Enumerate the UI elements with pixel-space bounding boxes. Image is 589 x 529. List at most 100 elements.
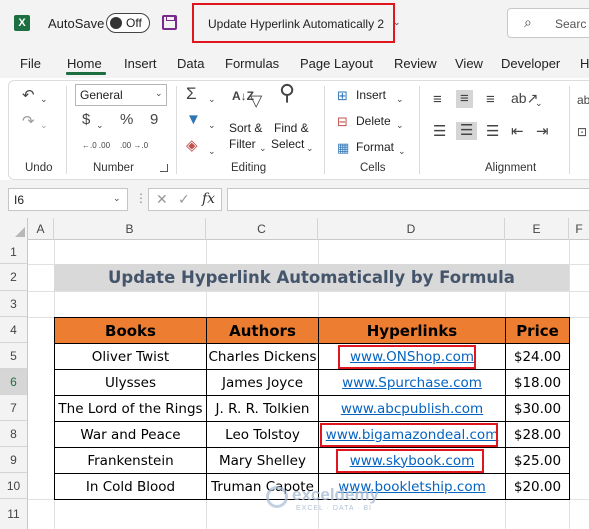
header-price[interactable]: Price (505, 317, 570, 344)
tab-developer[interactable]: Developer (501, 56, 560, 71)
sort-filter-label-2[interactable]: Filter (229, 137, 256, 151)
align-left-icon[interactable]: ☰ (433, 124, 446, 140)
row-header-10[interactable]: 10 (0, 473, 28, 499)
currency-icon[interactable]: $ (82, 112, 90, 128)
increase-indent-icon[interactable]: ⇥ (536, 124, 549, 140)
book-cell[interactable]: The Lord of the Rings (54, 395, 207, 422)
cancel-icon[interactable]: ✕ (156, 191, 168, 208)
hyperlink-cell[interactable]: www.abcpublish.com (318, 395, 506, 422)
undo-icon[interactable]: ↶ (22, 88, 35, 104)
author-cell[interactable]: Leo Tolstoy (206, 421, 319, 448)
align-center-icon[interactable]: ☰ (456, 122, 478, 140)
chevron-down-icon[interactable]: ⌄ (396, 91, 404, 107)
autosave-toggle[interactable]: Off (106, 13, 150, 33)
price-cell[interactable]: $24.00 (505, 343, 570, 370)
find-magnifier-icon[interactable]: ⚲ (279, 82, 295, 104)
align-top-icon[interactable]: ≡ (433, 92, 442, 108)
chevron-down-icon[interactable]: ⌄ (306, 140, 314, 156)
find-select-label-2[interactable]: Select (271, 137, 304, 151)
book-cell[interactable]: War and Peace (54, 421, 207, 448)
document-title[interactable]: Update Hyperlink Automatically 2 (208, 17, 384, 31)
price-cell[interactable]: $20.00 (505, 473, 570, 500)
book-cell[interactable]: In Cold Blood (54, 473, 207, 500)
comma-style-icon[interactable]: 9 (150, 112, 158, 128)
tab-view[interactable]: View (455, 56, 483, 71)
author-cell[interactable]: J. R. R. Tolkien (206, 395, 319, 422)
header-hyperlinks[interactable]: Hyperlinks (318, 317, 506, 344)
align-middle-icon[interactable]: ≡ (456, 90, 473, 108)
save-icon[interactable] (162, 15, 177, 30)
fill-dropdown-icon[interactable]: ⌄ (208, 117, 216, 133)
chevron-down-icon[interactable]: ⌄ (535, 95, 543, 111)
header-authors[interactable]: Authors (206, 317, 319, 344)
insert-cells-label[interactable]: Insert (356, 88, 386, 102)
row-header-6[interactable]: 6 (0, 369, 28, 395)
column-header-d[interactable]: D (318, 218, 505, 240)
increase-decimal-icon[interactable]: ←.0 .00 (82, 138, 110, 154)
hyperlink-cell[interactable]: www.skybook.com (318, 447, 506, 474)
decrease-indent-icon[interactable]: ⇤ (511, 124, 524, 140)
insert-function-icon[interactable]: fx (202, 191, 215, 207)
tab-formulas[interactable]: Formulas (225, 56, 279, 71)
hyperlink-cell[interactable]: www.ONShop.com (318, 343, 506, 370)
hyperlink-cell[interactable]: www.bigamazondeal.com (318, 421, 506, 448)
price-cell[interactable]: $25.00 (505, 447, 570, 474)
column-header-c[interactable]: C (206, 218, 318, 240)
tab-help[interactable]: H (580, 56, 589, 71)
price-cell[interactable]: $30.00 (505, 395, 570, 422)
align-right-icon[interactable]: ☰ (486, 124, 499, 140)
chevron-down-icon[interactable]: ⌄ (396, 117, 404, 133)
formula-input[interactable] (227, 188, 589, 211)
tab-page-layout[interactable]: Page Layout (300, 56, 373, 71)
autosum-icon[interactable]: Σ (186, 85, 197, 102)
price-cell[interactable]: $28.00 (505, 421, 570, 448)
delete-cells-label[interactable]: Delete (356, 114, 391, 128)
number-dialog-launcher-icon[interactable] (160, 164, 168, 172)
name-box[interactable] (8, 188, 128, 211)
currency-dropdown-icon[interactable]: ⌄ (96, 117, 104, 133)
book-cell[interactable]: Oliver Twist (54, 343, 207, 370)
tab-home[interactable]: Home (67, 56, 102, 71)
delete-cells-icon[interactable]: ⊟ (337, 114, 348, 130)
redo-icon[interactable]: ↷ (22, 114, 35, 130)
book-cell[interactable]: Ulysses (54, 369, 207, 396)
chevron-down-icon[interactable]: ⌄ (155, 88, 163, 99)
book-cell[interactable]: Frankenstein (54, 447, 207, 474)
chevron-down-icon[interactable]: ⌄ (393, 17, 401, 28)
column-header-e[interactable]: E (505, 218, 569, 240)
row-header-7[interactable]: 7 (0, 395, 28, 421)
merge-icon[interactable]: ⊡ (577, 124, 587, 140)
enter-icon[interactable]: ✓ (178, 191, 190, 208)
find-select-label-1[interactable]: Find & (274, 121, 309, 135)
autosum-dropdown-icon[interactable]: ⌄ (208, 91, 216, 107)
column-header-b[interactable]: B (54, 218, 206, 240)
tab-insert[interactable]: Insert (124, 56, 157, 71)
format-cells-icon[interactable]: ▦ (337, 140, 349, 156)
fill-icon[interactable]: ▼ (186, 112, 201, 128)
percent-icon[interactable]: % (120, 112, 133, 128)
author-cell[interactable]: James Joyce (206, 369, 319, 396)
clear-eraser-icon[interactable]: ◈ (186, 138, 198, 154)
row-header-2[interactable]: 2 (0, 264, 28, 291)
author-cell[interactable]: Mary Shelley (206, 447, 319, 474)
row-header-8[interactable]: 8 (0, 421, 28, 447)
header-books[interactable]: Books (54, 317, 207, 344)
chevron-down-icon[interactable]: ⌄ (259, 140, 267, 156)
row-header-5[interactable]: 5 (0, 343, 28, 369)
redo-dropdown-icon[interactable]: ⌄ (40, 117, 48, 133)
clear-dropdown-icon[interactable]: ⌄ (208, 143, 216, 159)
insert-cells-icon[interactable]: ⊞ (337, 88, 348, 104)
chevron-down-icon[interactable]: ⌄ (398, 143, 406, 159)
tab-file[interactable]: File (20, 56, 41, 71)
tab-data[interactable]: Data (177, 56, 204, 71)
row-header-1[interactable]: 1 (0, 240, 28, 264)
undo-dropdown-icon[interactable]: ⌄ (40, 91, 48, 107)
decrease-decimal-icon[interactable]: .00 →.0 (120, 138, 148, 154)
sort-filter-label-1[interactable]: Sort & (229, 121, 262, 135)
more-options-icon[interactable]: ⋮ (135, 191, 147, 205)
row-header-9[interactable]: 9 (0, 447, 28, 473)
author-cell[interactable]: Charles Dickens (206, 343, 319, 370)
align-bottom-icon[interactable]: ≡ (486, 92, 495, 108)
price-cell[interactable]: $18.00 (505, 369, 570, 396)
hyperlink-cell[interactable]: www.Spurchase.com (318, 369, 506, 396)
